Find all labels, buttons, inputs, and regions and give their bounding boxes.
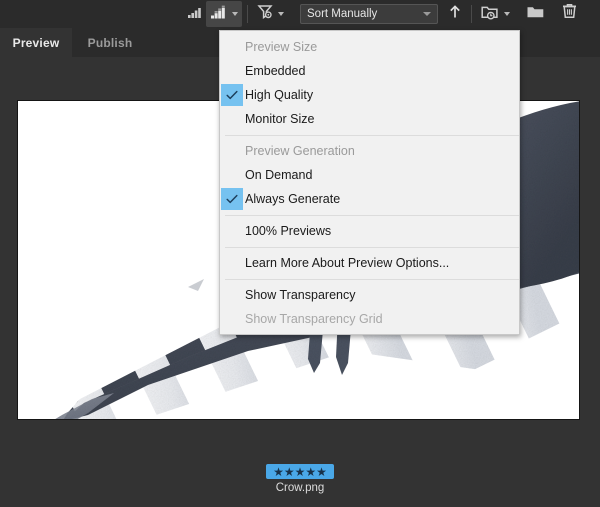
new-folder-button[interactable] [522, 1, 549, 27]
thumbnail-size-small-button[interactable] [182, 1, 206, 27]
chevron-down-icon [232, 12, 238, 16]
menu-item-on-demand[interactable]: On Demand [220, 163, 519, 187]
footer: ★ ★ ★ ★ ★ Crow.png [0, 463, 600, 507]
chevron-down-icon [504, 12, 510, 16]
chevron-down-icon [278, 12, 284, 16]
recent-folders-button[interactable] [477, 1, 514, 27]
tab-preview[interactable]: Preview [0, 28, 72, 57]
checkmark-icon [221, 84, 243, 106]
menu-divider [225, 215, 519, 216]
menu-item-monitor-size[interactable]: Monitor Size [220, 107, 519, 131]
preview-options-menu[interactable]: Preview Size Embedded High Quality Monit… [219, 30, 520, 335]
tab-publish[interactable]: Publish [72, 28, 148, 57]
stair-step-small-icon [186, 4, 202, 25]
toolbar-left-spacer [0, 0, 182, 28]
star-rating[interactable]: ★ ★ ★ ★ ★ [266, 464, 334, 479]
menu-item-embedded[interactable]: Embedded [220, 59, 519, 83]
star-icon[interactable]: ★ [273, 466, 284, 478]
star-icon[interactable]: ★ [284, 466, 295, 478]
file-name-label: Crow.png [275, 482, 325, 494]
menu-item-show-transparency[interactable]: Show Transparency [220, 283, 519, 307]
toolbar: Sort Manually [0, 0, 600, 28]
menu-item-100-percent-previews[interactable]: 100% Previews [220, 219, 519, 243]
menu-item-learn-more[interactable]: Learn More About Preview Options... [220, 251, 519, 275]
menu-divider [225, 247, 519, 248]
preview-options-button[interactable] [206, 1, 242, 27]
star-icon[interactable]: ★ [295, 466, 306, 478]
menu-section-preview-size: Preview Size [245, 40, 318, 54]
checkmark-icon [221, 188, 243, 210]
stair-step-large-icon [210, 4, 228, 25]
filter-button[interactable] [253, 1, 288, 27]
sort-select-value: Sort Manually [307, 8, 378, 20]
star-icon[interactable]: ★ [305, 466, 316, 478]
toolbar-divider [247, 5, 248, 23]
menu-item-high-quality[interactable]: High Quality [220, 83, 519, 107]
folder-icon [526, 4, 545, 25]
folder-clock-icon [481, 4, 500, 25]
chevron-down-icon [423, 12, 431, 16]
tab-publish-label: Publish [87, 35, 133, 50]
trash-icon [561, 3, 578, 25]
menu-divider [225, 279, 519, 280]
delete-button[interactable] [557, 1, 582, 27]
tab-preview-label: Preview [12, 35, 60, 50]
funnel-icon [257, 3, 274, 25]
sort-ascending-button[interactable] [444, 1, 466, 27]
file-browser-window: Sort Manually Preview Publish ★ ★ ★ ★ ★ … [0, 0, 600, 507]
menu-item-always-generate[interactable]: Always Generate [220, 187, 519, 211]
toolbar-divider [471, 5, 472, 23]
menu-divider [225, 135, 519, 136]
arrow-up-icon [448, 4, 462, 25]
star-icon[interactable]: ★ [316, 466, 327, 478]
sort-select[interactable]: Sort Manually [300, 4, 438, 24]
menu-section-preview-generation: Preview Generation [245, 144, 355, 158]
menu-item-show-transparency-grid: Show Transparency Grid [245, 312, 383, 326]
